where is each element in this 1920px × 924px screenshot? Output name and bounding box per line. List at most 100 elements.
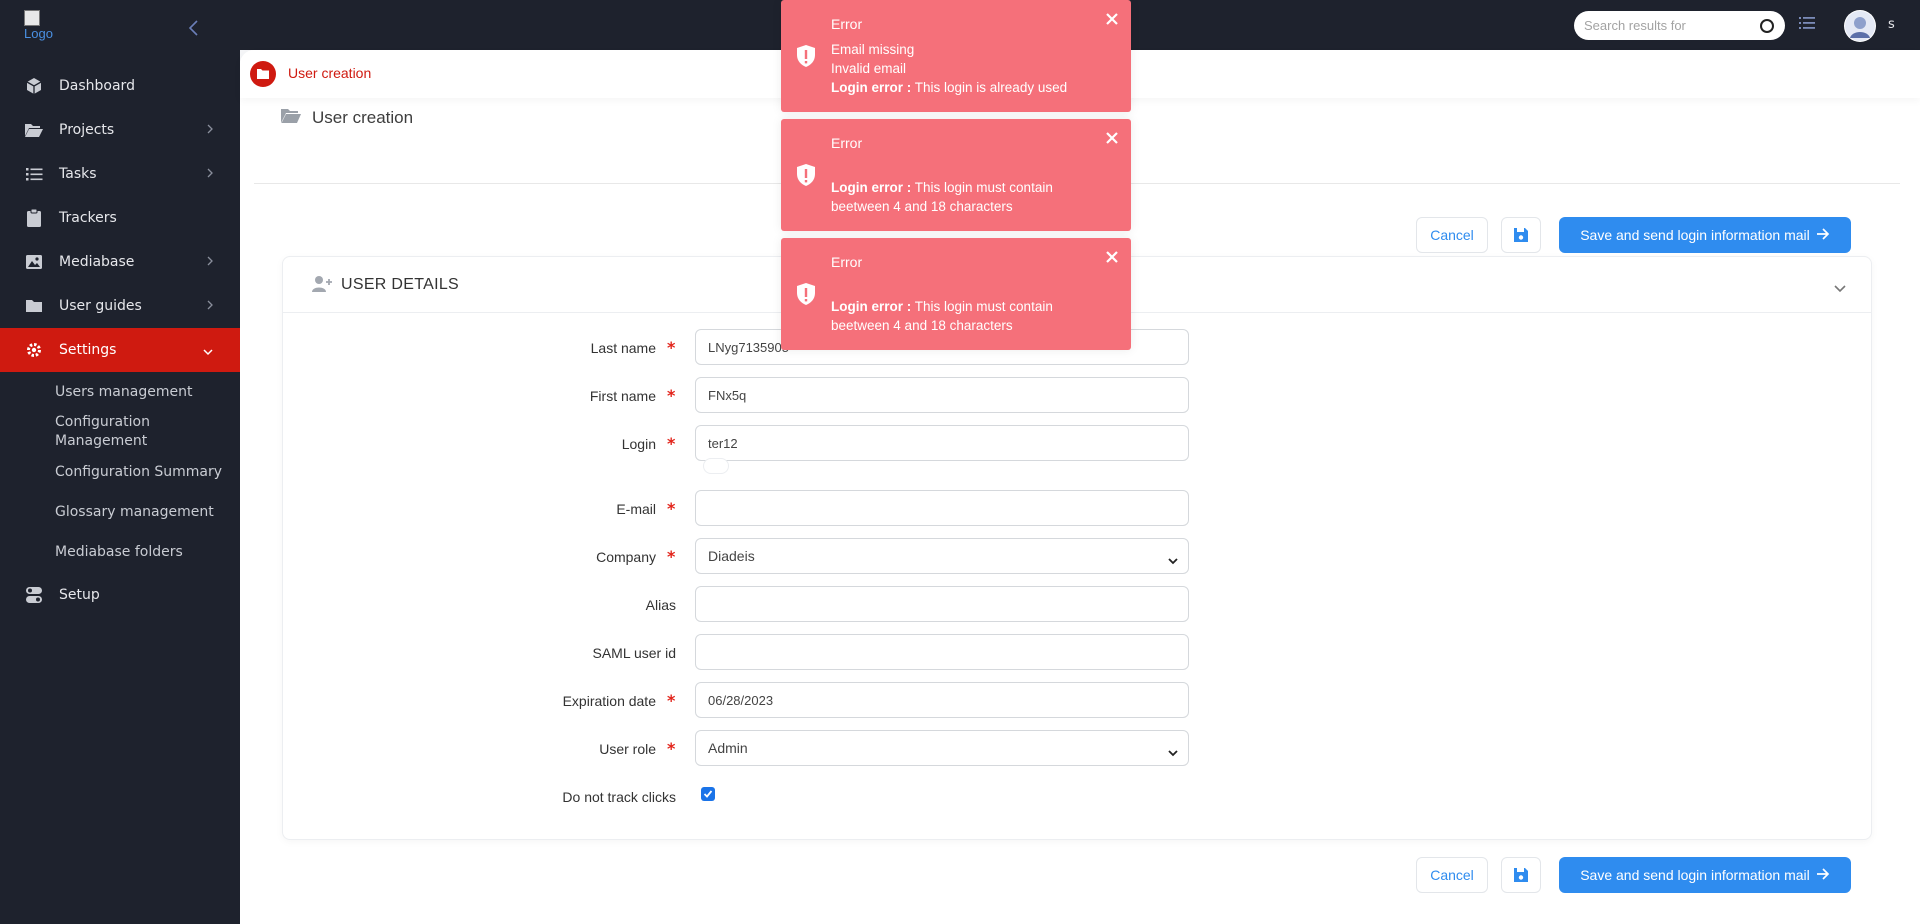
save-and-send-mail-button[interactable]: Save and send login information mail bbox=[1559, 857, 1851, 893]
required-marker: * bbox=[667, 499, 676, 518]
save-and-send-label: Save and send login information mail bbox=[1580, 227, 1810, 243]
sidebar-item-user-guides[interactable]: User guides bbox=[0, 284, 240, 328]
toast-bold-prefix: Login error : bbox=[831, 180, 912, 195]
save-button[interactable] bbox=[1501, 217, 1541, 253]
expiration-date-label: Expiration date bbox=[562, 693, 656, 709]
required-marker: * bbox=[667, 547, 676, 566]
sidebar-item-settings[interactable]: Settings bbox=[0, 328, 240, 372]
email-field[interactable] bbox=[695, 490, 1189, 526]
chevron-down-icon[interactable] bbox=[1833, 279, 1847, 298]
card-title: USER DETAILS bbox=[341, 276, 459, 293]
required-marker: * bbox=[667, 739, 676, 758]
toast-title: Error bbox=[831, 135, 863, 151]
cancel-button[interactable]: Cancel bbox=[1416, 857, 1488, 893]
cancel-button[interactable]: Cancel bbox=[1416, 217, 1488, 253]
folder-icon bbox=[24, 296, 44, 316]
arrow-right-icon bbox=[1816, 867, 1830, 883]
required-marker: * bbox=[667, 338, 676, 357]
folder-open-icon bbox=[24, 120, 44, 140]
user-name[interactable]: s bbox=[1888, 17, 1895, 32]
clipboard-icon bbox=[24, 208, 44, 228]
sidebar-item-label: Mediabase bbox=[59, 254, 135, 270]
collapse-sidebar-button[interactable] bbox=[182, 16, 206, 40]
sidebar-sub-glossary-management[interactable]: Glossary management bbox=[55, 503, 214, 522]
sidebar-sub-configuration-summary[interactable]: Configuration Summary bbox=[55, 463, 222, 482]
expiration-date-field[interactable] bbox=[695, 682, 1189, 718]
search-icon[interactable] bbox=[1759, 18, 1775, 38]
chevron-right-icon bbox=[206, 299, 214, 315]
avatar[interactable] bbox=[1844, 10, 1876, 42]
chevron-right-icon bbox=[206, 167, 214, 183]
user-role-select[interactable]: Admin bbox=[695, 730, 1189, 766]
first-name-label: First name bbox=[589, 388, 656, 404]
chevron-left-icon bbox=[188, 20, 198, 36]
user-role-selected-value: Admin bbox=[708, 740, 748, 756]
sidebar-item-label: Settings bbox=[59, 342, 117, 358]
sidebar-sub-configuration-management[interactable]: Configuration Management bbox=[55, 413, 165, 451]
company-select[interactable]: Diadeis bbox=[695, 538, 1189, 574]
required-marker: * bbox=[667, 691, 676, 710]
toast-line: Email missing bbox=[831, 42, 915, 57]
user-role-label: User role bbox=[599, 741, 656, 757]
toast-title: Error bbox=[831, 16, 863, 32]
breadcrumb-item[interactable]: User creation bbox=[288, 65, 371, 81]
toast-line: beetween 4 and 18 characters bbox=[831, 318, 1013, 333]
chevron-right-icon bbox=[206, 255, 214, 271]
saml-user-id-field[interactable] bbox=[695, 634, 1189, 670]
sidebar-item-label: Trackers bbox=[59, 210, 117, 226]
floppy-disk-icon bbox=[1514, 228, 1528, 242]
toast-bold-prefix: Login error : bbox=[831, 80, 912, 95]
sidebar-sub-mediabase-folders[interactable]: Mediabase folders bbox=[55, 543, 183, 562]
shield-alert-icon bbox=[795, 44, 817, 73]
user-avatar-icon bbox=[1845, 11, 1875, 41]
company-label: Company bbox=[596, 549, 656, 565]
saml-user-id-label: SAML user id bbox=[592, 645, 676, 661]
search-box bbox=[1574, 11, 1785, 40]
do-not-track-checkbox[interactable] bbox=[701, 787, 715, 801]
toggle-icon bbox=[24, 585, 44, 605]
shield-alert-icon bbox=[795, 163, 817, 192]
logo-alt-text: Logo bbox=[24, 26, 53, 41]
login-field[interactable] bbox=[695, 425, 1189, 461]
list-menu-button[interactable] bbox=[1798, 14, 1816, 36]
required-marker: * bbox=[667, 434, 676, 453]
sidebar-item-dashboard[interactable]: Dashboard bbox=[0, 64, 240, 108]
sidebar-item-label: Setup bbox=[59, 587, 100, 603]
toast-message: Login error : This login must contain be… bbox=[831, 297, 1053, 335]
alias-label: Alias bbox=[645, 597, 676, 613]
sidebar-item-tasks[interactable]: Tasks bbox=[0, 152, 240, 196]
sidebar-item-label: User guides bbox=[59, 298, 142, 314]
alias-field[interactable] bbox=[695, 586, 1189, 622]
error-toast: Error Email missing Invalid email Login … bbox=[781, 0, 1131, 112]
first-name-field[interactable] bbox=[695, 377, 1189, 413]
page-title: User creation bbox=[312, 108, 414, 127]
sidebar-item-trackers[interactable]: Trackers bbox=[0, 196, 240, 240]
close-icon[interactable] bbox=[1105, 250, 1119, 269]
arrow-right-icon bbox=[1816, 227, 1830, 243]
list-icon bbox=[24, 164, 44, 184]
sidebar-item-mediabase[interactable]: Mediabase bbox=[0, 240, 240, 284]
folder-open-icon bbox=[280, 107, 302, 129]
logo[interactable]: Logo bbox=[24, 10, 64, 44]
sidebar-sub-users-management[interactable]: Users management bbox=[55, 383, 192, 402]
last-name-label: Last name bbox=[590, 340, 656, 356]
chevron-down-icon bbox=[1168, 552, 1178, 568]
toast-message: Login error : This login must contain be… bbox=[831, 178, 1053, 216]
list-icon bbox=[1799, 17, 1815, 29]
sidebar-item-setup[interactable]: Setup bbox=[0, 573, 240, 617]
close-icon[interactable] bbox=[1105, 131, 1119, 150]
floppy-disk-icon bbox=[1514, 868, 1528, 882]
login-toggle[interactable] bbox=[703, 458, 729, 474]
chevron-down-icon bbox=[1168, 744, 1178, 760]
shield-alert-icon bbox=[795, 282, 817, 311]
login-label: Login bbox=[621, 436, 656, 452]
checkmark-icon bbox=[703, 790, 713, 798]
close-icon[interactable] bbox=[1105, 12, 1119, 31]
sidebar-item-projects[interactable]: Projects bbox=[0, 108, 240, 152]
save-and-send-mail-button[interactable]: Save and send login information mail bbox=[1559, 217, 1851, 253]
toast-message: Email missing Invalid email Login error … bbox=[831, 40, 1067, 97]
toast-title: Error bbox=[831, 254, 863, 270]
sidebar: Logo Dashboard Projects Tasks Trackers M… bbox=[0, 0, 240, 924]
save-button[interactable] bbox=[1501, 857, 1541, 893]
search-input[interactable] bbox=[1574, 11, 1744, 40]
